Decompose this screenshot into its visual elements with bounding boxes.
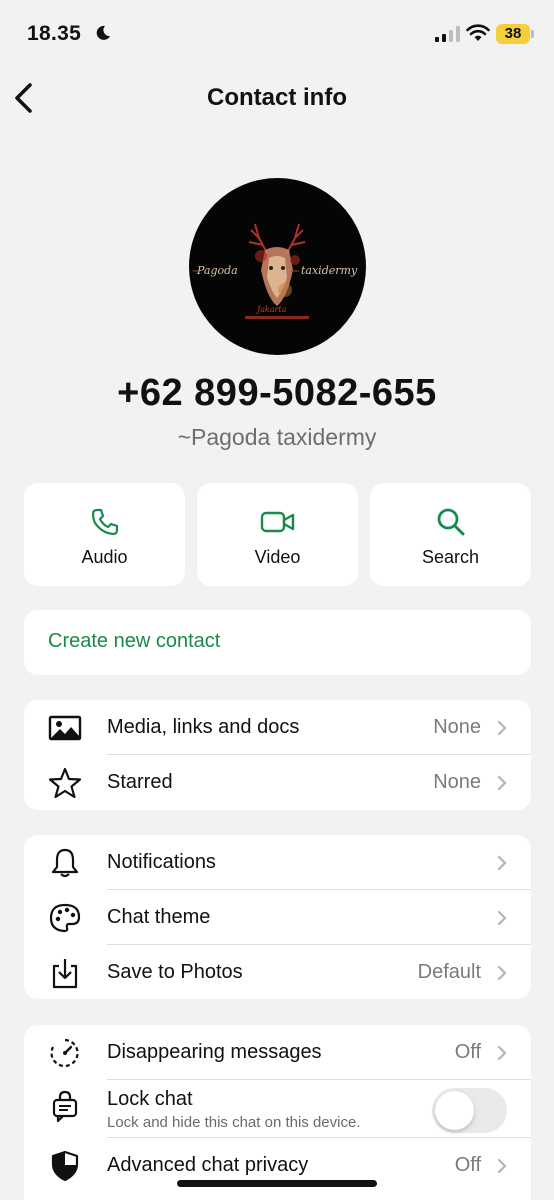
row-save-to-photos[interactable]: Save to Photos Default — [24, 945, 531, 1000]
battery-indicator: 38 — [496, 24, 534, 44]
audio-call-button[interactable]: Audio — [24, 483, 185, 586]
notifications-label: Notifications — [107, 851, 216, 873]
timer-icon — [50, 1038, 79, 1068]
status-time: 18.35 — [27, 22, 82, 45]
bell-icon — [51, 848, 79, 878]
audio-label: Audio — [81, 547, 128, 567]
privacy-section: Disappearing messages Off Lock chat Lock… — [24, 1025, 531, 1200]
starred-value: None — [433, 771, 481, 793]
lock-chat-toggle[interactable] — [432, 1088, 507, 1133]
video-call-button[interactable]: Video — [197, 483, 358, 586]
chevron-right-icon — [497, 1045, 507, 1061]
disappearing-messages-value: Off — [454, 1041, 481, 1063]
chevron-right-icon — [497, 910, 507, 926]
signal-icon — [435, 26, 460, 42]
chat-theme-label: Chat theme — [107, 906, 211, 928]
row-media-links-docs[interactable]: Media, links and docs None — [24, 700, 531, 755]
battery-level: 38 — [504, 25, 522, 42]
svg-text:Pagoda: Pagoda — [196, 264, 238, 277]
download-icon — [52, 959, 78, 989]
row-disappearing-messages[interactable]: Disappearing messages Off — [24, 1025, 531, 1080]
status-bar: 18.35 38 — [0, 0, 554, 70]
moon-icon — [96, 25, 110, 40]
shield-icon — [51, 1150, 79, 1182]
star-icon — [48, 767, 82, 799]
avatar-logo-image: Pagoda taxidermy Jakarta — [193, 223, 358, 319]
disappearing-messages-label: Disappearing messages — [107, 1041, 322, 1063]
create-new-contact-button[interactable]: Create new contact — [24, 610, 531, 675]
create-new-contact-label: Create new contact — [48, 630, 221, 652]
advanced-chat-privacy-label: Advanced chat privacy — [107, 1154, 309, 1176]
search-button[interactable]: Search — [370, 483, 531, 586]
chevron-right-icon — [497, 720, 507, 736]
svg-text:taxidermy: taxidermy — [301, 264, 358, 277]
home-indicator — [177, 1180, 377, 1187]
row-lock-chat[interactable]: Lock chat Lock and hide this chat on thi… — [24, 1080, 531, 1138]
avatar[interactable]: Pagoda taxidermy Jakarta — [189, 178, 366, 355]
media-section: Media, links and docs None Starred None — [24, 700, 531, 810]
chevron-right-icon — [497, 965, 507, 981]
page-title: Contact info — [207, 84, 347, 111]
svg-text:Jakarta: Jakarta — [255, 305, 287, 314]
save-to-photos-value: Default — [417, 961, 481, 983]
toggle-knob — [435, 1091, 474, 1130]
chevron-right-icon — [497, 855, 507, 871]
search-label: Search — [421, 547, 480, 567]
phone-icon — [91, 508, 118, 536]
search-icon — [437, 508, 464, 536]
lock-chat-subtitle: Lock and hide this chat on this device. — [107, 1114, 361, 1131]
chevron-right-icon — [497, 1158, 507, 1174]
video-icon — [260, 511, 294, 533]
row-starred[interactable]: Starred None — [24, 755, 531, 810]
chevron-right-icon — [497, 775, 507, 791]
lock-chat-icon — [52, 1090, 78, 1122]
settings-section: Notifications Chat theme Save to Photos … — [24, 835, 531, 999]
media-value: None — [433, 716, 481, 738]
media-label: Media, links and docs — [107, 716, 300, 738]
row-notifications[interactable]: Notifications — [24, 835, 531, 890]
contact-push-name: ~Pagoda taxidermy — [177, 424, 377, 450]
starred-label: Starred — [107, 771, 173, 793]
image-icon — [48, 715, 82, 741]
save-to-photos-label: Save to Photos — [107, 961, 243, 983]
palette-icon — [49, 903, 81, 933]
video-label: Video — [254, 547, 301, 567]
contact-phone-number: +62 899-5082-655 — [117, 372, 437, 414]
advanced-chat-privacy-value: Off — [454, 1154, 481, 1176]
row-chat-theme[interactable]: Chat theme — [24, 890, 531, 945]
wifi-icon — [466, 24, 490, 41]
lock-chat-label: Lock chat — [107, 1088, 193, 1110]
